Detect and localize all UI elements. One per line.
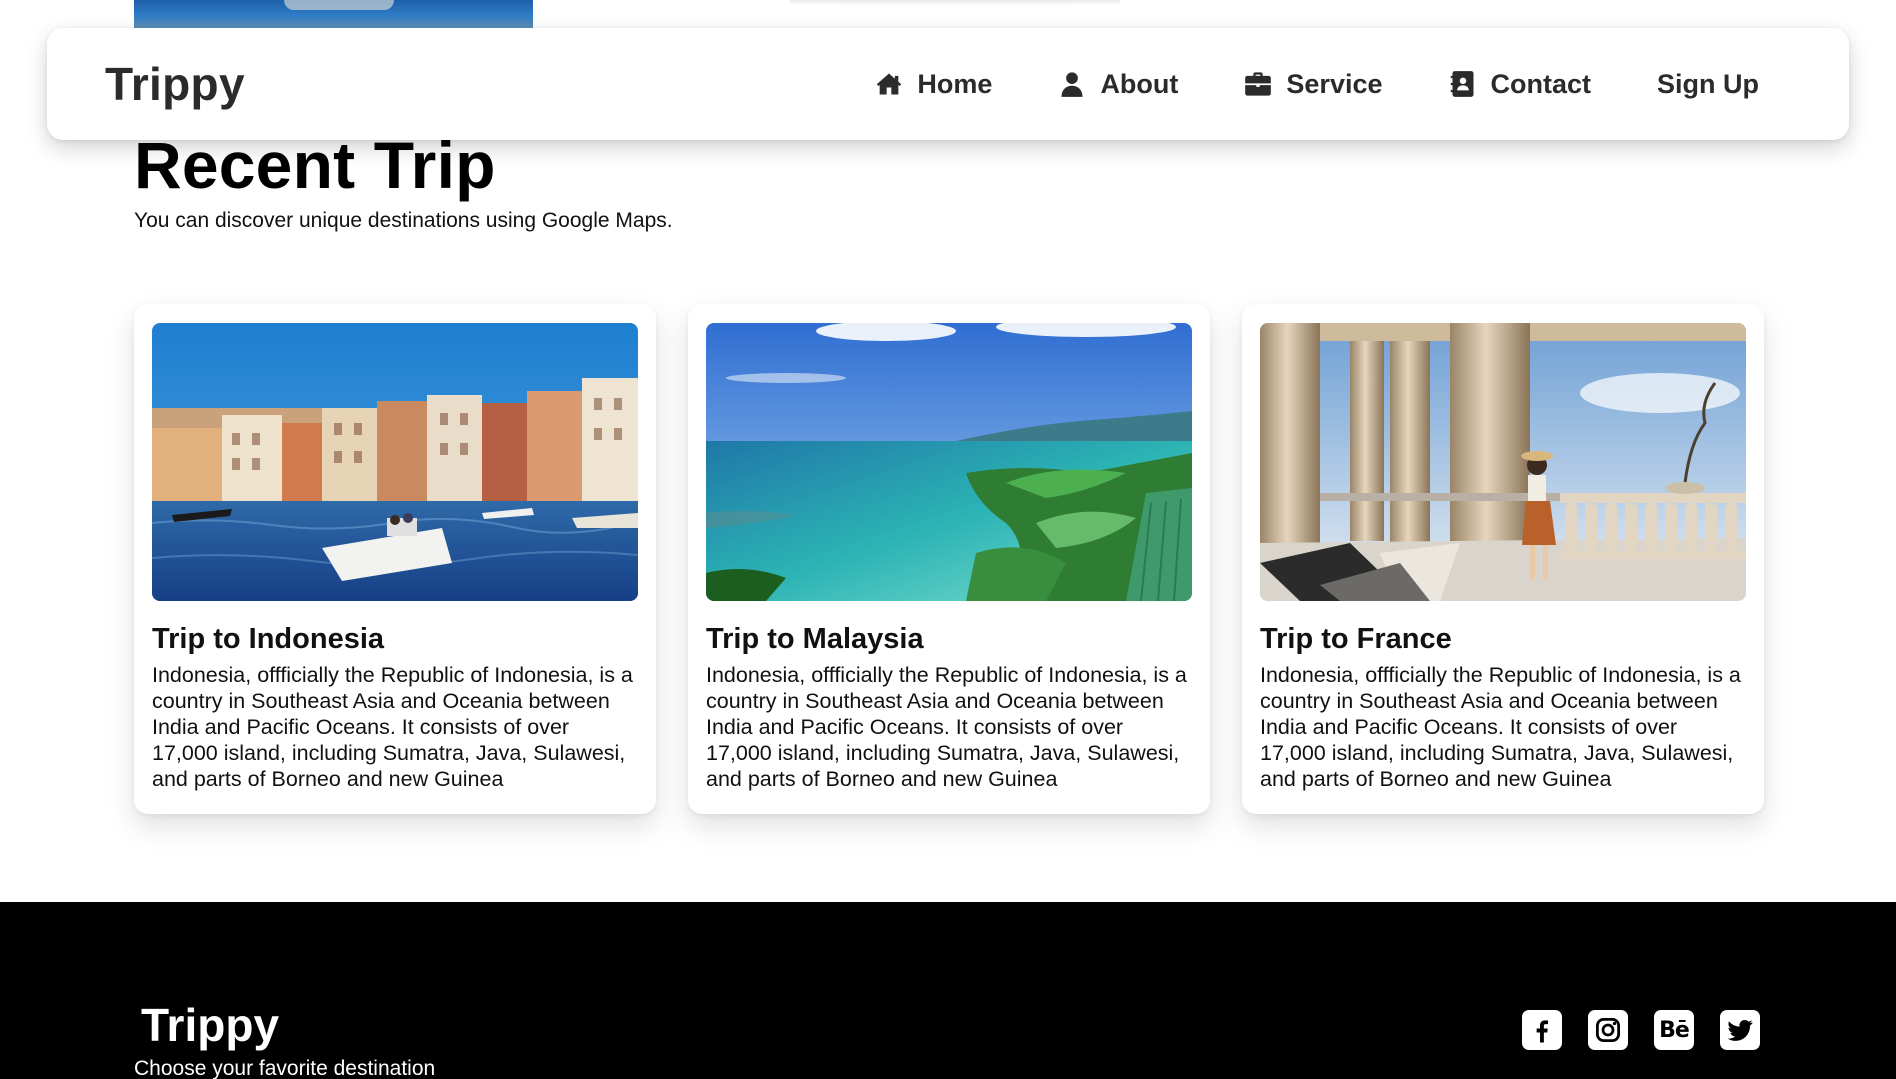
nav-service[interactable]: Service [1244,68,1383,100]
social-links: Bē [1522,1010,1760,1050]
nav-signup[interactable]: Sign Up [1657,69,1759,100]
palace-terrace-photo [1260,323,1746,601]
nav-signup-label: Sign Up [1657,68,1759,99]
nav-contact[interactable]: Contact [1449,68,1592,100]
instagram-icon[interactable] [1588,1010,1628,1050]
nav-home-label: Home [917,68,993,99]
brand-logo[interactable]: Trippy [105,57,245,111]
card-description: Indonesia, offficially the Republic of I… [1260,663,1741,792]
address-book-icon [1450,71,1473,97]
trip-card-indonesia[interactable]: Trip to Indonesia Indonesia, offficially… [134,304,656,814]
nav-home[interactable]: Home [875,69,992,100]
previous-section-image [134,0,533,28]
previous-section-card-edge [790,0,1120,6]
nav-service-label: Service [1286,68,1383,99]
nav-about[interactable]: About [1058,69,1178,100]
card-description: Indonesia, offficially the Republic of I… [706,663,1187,792]
recent-trip-header: Recent Trip You can discover unique dest… [134,132,673,233]
trip-card-malaysia[interactable]: Trip to Malaysia Indonesia, offficially … [688,304,1210,814]
twitter-icon[interactable] [1720,1010,1760,1050]
facebook-icon[interactable] [1522,1010,1562,1050]
home-icon [877,73,902,95]
nav-contact-label: Contact [1490,68,1592,99]
trip-card-france[interactable]: Trip to France Indonesia, offficially th… [1242,304,1764,814]
venice-canal-photo [152,323,638,601]
card-description: Indonesia, offficially the Republic of I… [152,663,633,792]
footer-tagline: Choose your favorite destination [134,1057,436,1079]
user-icon [1061,72,1083,97]
card-title: Trip to Malaysia [706,623,924,655]
card-title: Trip to Indonesia [152,623,385,655]
section-subtitle: You can discover unique destinations usi… [134,209,673,232]
tropical-coast-photo [706,323,1192,601]
behance-icon[interactable]: Bē [1654,1010,1694,1050]
nav-about-label: About [1100,68,1179,99]
section-title: Recent Trip [134,128,496,202]
card-title: Trip to France [1260,623,1452,655]
navbar: Trippy Home About Service Contact Sign U… [47,28,1849,140]
footer-brand[interactable]: Trippy [141,998,279,1052]
nav-links: Home About Service Contact Sign Up [875,69,1759,100]
footer: Trippy Choose your favorite destination … [0,902,1896,1079]
trip-cards: Trip to Indonesia Indonesia, offficially… [134,304,1764,814]
briefcase-icon [1245,72,1272,96]
